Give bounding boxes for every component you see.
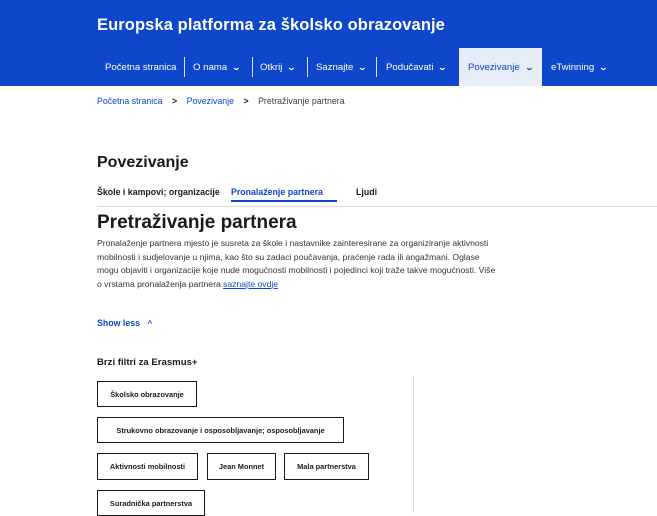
filters-title: Brzi filtri za Erasmus+ — [97, 357, 198, 368]
chevron-down-icon: ⌄ — [524, 62, 534, 72]
nav-item-label: Povezivanje — [468, 61, 520, 73]
filter-chip-mobility[interactable]: Aktivnosti mobilnosti — [97, 453, 198, 480]
filter-chip-school-education[interactable]: Školsko obrazovanje — [97, 381, 197, 407]
nav-item-discover[interactable]: Otkrij ⌄ — [260, 48, 297, 86]
filter-chip-small-partnerships[interactable]: Mala partnerstva — [284, 453, 369, 480]
tab-partner-finding[interactable]: Pronalaženje partnera — [231, 187, 337, 202]
page-title: Povezivanje — [97, 154, 189, 171]
chevron-down-icon: ⌄ — [358, 62, 368, 72]
nav-item-about[interactable]: O nama ⌄ — [193, 48, 242, 86]
nav-item-label: eTwinning — [551, 61, 595, 73]
nav-item-teach[interactable]: Podučavati ⌄ — [386, 48, 448, 86]
show-less-label: Show less — [97, 318, 141, 328]
nav-item-label: O nama — [193, 61, 228, 73]
chevron-down-icon: ⌄ — [438, 62, 448, 72]
site-header: Europska platforma za školsko obrazovanj… — [0, 0, 657, 86]
learn-more-link[interactable]: saznajte ovdje — [223, 279, 278, 289]
chevron-down-icon: ⌄ — [231, 62, 242, 72]
section-description: Pronalaženje partnera mjesto je susreta … — [97, 237, 497, 291]
nav-item-label: Saznajte — [316, 61, 354, 73]
filters-divider — [413, 376, 414, 513]
breadcrumb: Početna stranica > Povezivanje > Pretraž… — [97, 96, 345, 106]
nav-divider — [184, 57, 185, 77]
filter-chip-jean-monnet[interactable]: Jean Monnet — [207, 453, 276, 480]
nav-divider — [307, 57, 308, 77]
breadcrumb-link-connect[interactable]: Povezivanje — [187, 96, 234, 106]
filter-chip-cooperation-partnerships[interactable]: Suradnička partnerstva — [97, 490, 205, 516]
section-title: Pretraživanje partnera — [97, 212, 297, 233]
nav-item-label: Otkrij — [260, 61, 283, 73]
nav-item-label: Početna stranica — [105, 61, 177, 73]
tab-label: Pronalaženje partnera — [231, 187, 323, 197]
chevron-down-icon: ⌄ — [598, 62, 609, 72]
show-less-button[interactable]: Show less ^ — [97, 318, 152, 328]
chevron-down-icon: ⌄ — [287, 62, 297, 72]
nav-divider — [252, 57, 253, 77]
filter-chip-vet[interactable]: Strukovno obrazovanje i osposobljavanje;… — [97, 417, 344, 443]
nav-item-etwinning[interactable]: eTwinning ⌄ — [551, 48, 609, 86]
nav-item-home[interactable]: Početna stranica — [105, 48, 176, 86]
breadcrumb-separator-icon: > — [171, 96, 178, 106]
nav-item-label: Podučavati — [386, 61, 434, 73]
nav-item-learn[interactable]: Saznajte ⌄ — [316, 48, 368, 86]
tab-schools[interactable]: Škole i kampovi; organizacije — [97, 187, 220, 197]
breadcrumb-separator-icon: > — [243, 96, 249, 106]
breadcrumb-current: Pretraživanje partnera — [258, 96, 345, 106]
main-nav: Početna stranica O nama ⌄ Otkrij ⌄ Sazna… — [0, 48, 657, 86]
chevron-up-icon: ^ — [147, 319, 153, 328]
active-tab-indicator — [231, 200, 337, 202]
tabs-divider — [97, 206, 657, 207]
site-title[interactable]: Europska platforma za školsko obrazovanj… — [97, 16, 445, 35]
nav-divider — [376, 57, 377, 77]
tab-people[interactable]: Ljudi — [356, 187, 377, 197]
nav-item-connect[interactable]: Povezivanje ⌄ — [459, 48, 542, 86]
breadcrumb-link-home[interactable]: Početna stranica — [97, 96, 163, 106]
description-text: Pronalaženje partnera mjesto je susreta … — [97, 238, 496, 289]
